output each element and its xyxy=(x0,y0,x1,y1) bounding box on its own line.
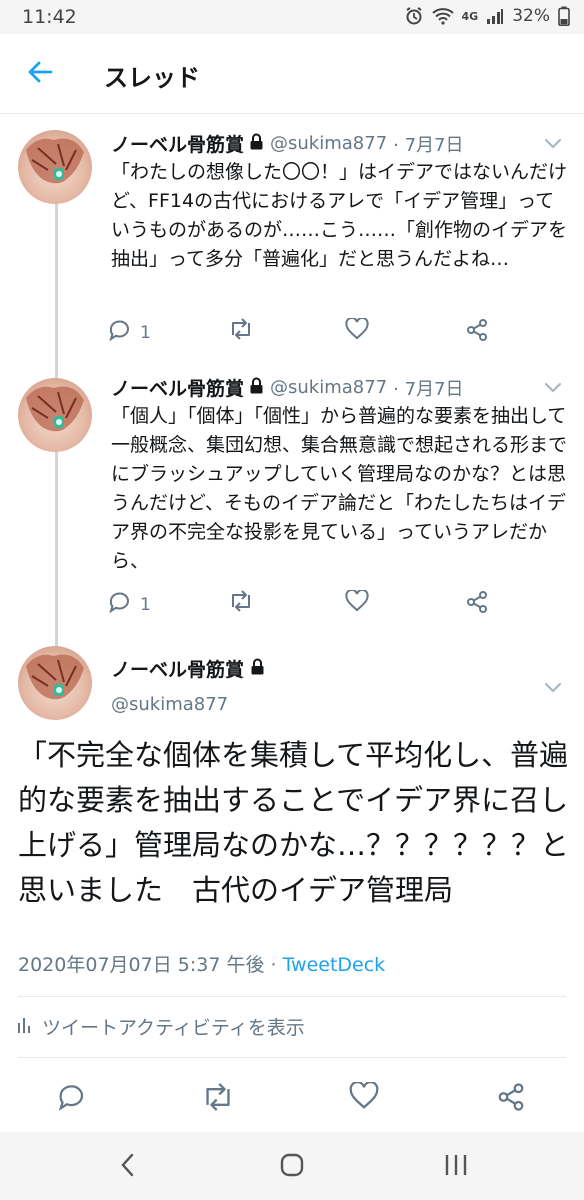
chevron-down-icon xyxy=(542,682,564,702)
app-header: スレッド xyxy=(0,34,584,114)
main-tweet-actions xyxy=(0,1080,584,1118)
bar-chart-icon xyxy=(18,1015,32,1038)
retweet-button[interactable] xyxy=(201,1082,235,1117)
page-title: スレッド xyxy=(104,64,200,92)
share-icon xyxy=(465,590,489,619)
signal-icon xyxy=(486,8,504,24)
lock-icon xyxy=(249,133,264,154)
author-handle[interactable]: @sukima877 xyxy=(111,694,228,715)
reply-button[interactable]: 1 xyxy=(108,590,151,619)
home-icon xyxy=(279,1152,305,1182)
tweet-text: 「わたしの想像した〇〇！」はイデアではないんだけど、FF14の古代におけるアレで… xyxy=(111,161,568,270)
status-icons: 4G 32% xyxy=(404,6,570,26)
battery-percent: 32% xyxy=(512,6,550,26)
tweet-actions: 1 xyxy=(108,588,508,619)
tweet-date[interactable]: · 7月7日 xyxy=(393,375,463,401)
author-handle[interactable]: @sukima877 xyxy=(270,133,387,154)
tweet-header: ノーベル骨筋賞 @sukima877 · 7月7日 xyxy=(111,130,464,157)
tweet-meta: 2020年07月07日 5:37 午後 · TweetDeck xyxy=(18,950,385,977)
avatar[interactable] xyxy=(18,378,92,452)
reply-count: 1 xyxy=(140,322,151,343)
heart-icon xyxy=(349,1080,379,1115)
network-type: 4G xyxy=(461,9,479,23)
share-icon xyxy=(496,1082,526,1117)
retweet-icon xyxy=(201,1082,235,1117)
back-button[interactable] xyxy=(22,56,58,92)
wifi-icon xyxy=(431,7,454,25)
divider xyxy=(18,996,566,997)
avatar[interactable] xyxy=(18,130,92,204)
tweet-menu-button[interactable] xyxy=(542,676,564,698)
author-name[interactable]: ノーベル骨筋賞 xyxy=(111,130,244,157)
share-icon xyxy=(465,318,489,347)
chevron-left-icon xyxy=(118,1152,138,1182)
retweet-button[interactable] xyxy=(228,590,254,617)
chevron-down-icon xyxy=(542,138,564,158)
like-button[interactable] xyxy=(345,316,369,345)
share-button[interactable] xyxy=(496,1082,526,1117)
retweet-button[interactable] xyxy=(228,318,254,345)
status-time: 11:42 xyxy=(22,6,77,28)
reply-count: 1 xyxy=(140,594,151,615)
status-bar: 11:42 4G 32% xyxy=(0,0,584,34)
tweet-actions: 1 xyxy=(108,316,508,347)
tweet-activity-link[interactable]: ツイートアクティビティを表示 xyxy=(18,1013,305,1040)
divider xyxy=(18,1057,566,1058)
tweet-timestamp: 2020年07月07日 5:37 午後 · xyxy=(18,954,283,976)
reply-icon xyxy=(57,1082,87,1117)
main-tweet-author[interactable]: ノーベル骨筋賞 xyxy=(111,655,265,682)
main-tweet-text: 「不完全な個体を集積して平均化し、普遍的な要素を抽出することでイデア界に召し上げ… xyxy=(18,738,570,907)
lock-icon xyxy=(249,377,264,398)
like-button[interactable] xyxy=(345,588,369,617)
share-button[interactable] xyxy=(465,318,489,347)
arrow-left-icon xyxy=(26,58,54,90)
system-nav-bar xyxy=(0,1132,584,1200)
retweet-icon xyxy=(228,318,254,345)
tweet-header: ノーベル骨筋賞 @sukima877 · 7月7日 xyxy=(111,374,464,401)
reply-icon xyxy=(108,590,132,619)
nav-back-button[interactable] xyxy=(108,1150,148,1184)
recents-icon xyxy=(443,1153,469,1181)
like-button[interactable] xyxy=(349,1080,379,1115)
retweet-icon xyxy=(228,590,254,617)
tweet-text: 「個人」「個体」「個性」から普遍的な要素を抽出して一般概念、集団幻想、集合無意識… xyxy=(111,405,568,572)
nav-recents-button[interactable] xyxy=(436,1150,476,1184)
tweet-activity-label: ツイートアクティビティを表示 xyxy=(42,1017,305,1039)
author-name[interactable]: ノーベル骨筋賞 xyxy=(111,655,244,682)
reply-button[interactable] xyxy=(57,1082,87,1117)
avatar[interactable] xyxy=(18,646,92,720)
author-handle[interactable]: @sukima877 xyxy=(270,377,387,398)
heart-icon xyxy=(345,316,369,345)
tweet-date[interactable]: · 7月7日 xyxy=(393,131,463,157)
lock-icon xyxy=(250,658,265,679)
reply-icon xyxy=(108,318,132,347)
author-name[interactable]: ノーベル骨筋賞 xyxy=(111,374,244,401)
nav-home-button[interactable] xyxy=(272,1150,312,1184)
alarm-icon xyxy=(404,6,424,26)
battery-icon xyxy=(558,6,570,26)
heart-icon xyxy=(345,588,369,617)
share-button[interactable] xyxy=(465,590,489,619)
chevron-down-icon xyxy=(542,382,564,402)
tweet-source-link[interactable]: TweetDeck xyxy=(283,954,386,976)
tweet-menu-button[interactable] xyxy=(542,376,564,398)
reply-button[interactable]: 1 xyxy=(108,318,151,347)
tweet-menu-button[interactable] xyxy=(542,132,564,154)
